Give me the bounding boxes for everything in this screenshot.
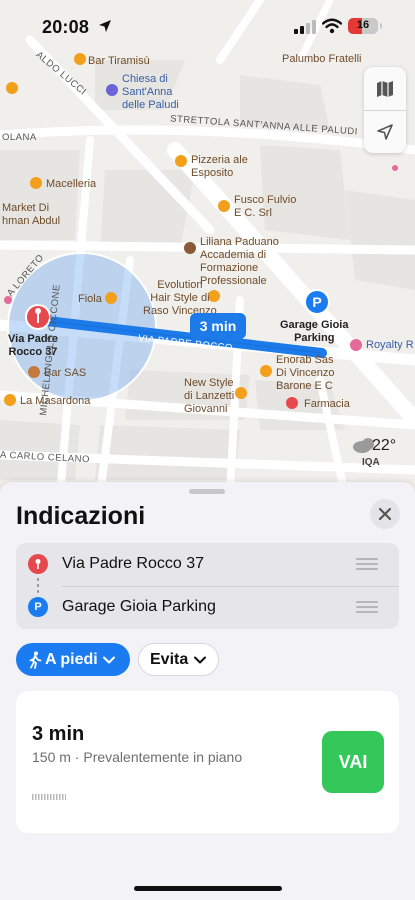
location-services-icon bbox=[99, 20, 111, 32]
map-label-fiola: Fiola bbox=[78, 293, 102, 305]
route-detail: 150 m · Prevalentemente in piano bbox=[32, 749, 243, 765]
close-icon bbox=[379, 508, 391, 520]
stop-row-destination[interactable]: P Garage Gioia Parking bbox=[16, 586, 399, 629]
map-mode-button[interactable] bbox=[364, 67, 406, 110]
battery-level: 16 bbox=[356, 19, 370, 31]
close-button[interactable] bbox=[370, 499, 400, 529]
map-label-new-style: New Style di Lanzetti Giovanni bbox=[184, 377, 235, 415]
cellular-signal-icon bbox=[294, 20, 316, 34]
reorder-handle-icon[interactable] bbox=[356, 601, 378, 613]
map-label-pizzeria: Pizzeria ale Esposito bbox=[191, 154, 248, 179]
map-label-fusco: Fusco Fulvio E C. Srl bbox=[234, 194, 297, 219]
elevation-profile bbox=[32, 794, 66, 800]
status-time: 20:08 bbox=[42, 17, 90, 37]
home-indicator[interactable] bbox=[134, 886, 282, 891]
end-parking-icon: P bbox=[304, 289, 330, 315]
locate-me-button[interactable] bbox=[364, 111, 406, 153]
map[interactable]: P Bar Tiramisù Palumbo Fratelli ALDO LUC… bbox=[0, 0, 415, 495]
location-arrow-icon bbox=[377, 124, 393, 140]
stop-origin-label: Via Padre Rocco 37 bbox=[62, 555, 205, 572]
street-olana: OLANA bbox=[2, 132, 37, 143]
map-label-macelleria: Macelleria bbox=[46, 178, 97, 190]
chevron-down-icon bbox=[194, 656, 207, 663]
weather-temperature: 22° bbox=[372, 437, 397, 454]
svg-text:P: P bbox=[312, 294, 321, 310]
directions-sheet: Indicazioni Via Padre Rocco 37 P Garage … bbox=[0, 482, 415, 900]
parking-icon: P bbox=[28, 597, 48, 617]
map-icon bbox=[377, 80, 393, 97]
avoid-button[interactable]: Evita bbox=[138, 643, 219, 676]
status-bar: 20:08 16 bbox=[0, 0, 415, 56]
transport-mode-button[interactable]: A piedi bbox=[16, 643, 130, 676]
chevron-down-icon bbox=[102, 656, 115, 663]
route-stops: Via Padre Rocco 37 P Garage Gioia Parkin… bbox=[16, 543, 399, 629]
sheet-grabber[interactable] bbox=[189, 489, 225, 494]
walking-icon bbox=[29, 651, 42, 669]
map-label-enorab: Enorab Sas Di Vincenzo Barone E C bbox=[276, 354, 335, 392]
transport-mode-label: A piedi bbox=[45, 650, 98, 668]
pin-icon bbox=[28, 554, 48, 574]
weather-widget: 22° IQA bbox=[352, 437, 404, 471]
map-controls bbox=[364, 67, 406, 153]
air-quality-label: IQA bbox=[362, 457, 380, 468]
map-label-chiesa: Chiesa di Sant'Anna delle Paludi bbox=[122, 73, 179, 111]
reorder-handle-icon[interactable] bbox=[356, 558, 378, 570]
end-pin-label: Garage Gioia Parking bbox=[280, 319, 349, 344]
stop-row-origin[interactable]: Via Padre Rocco 37 bbox=[16, 543, 399, 586]
screen: P Bar Tiramisù Palumbo Fratelli ALDO LUC… bbox=[0, 0, 415, 900]
sheet-title: Indicazioni bbox=[16, 502, 146, 530]
map-label-bar-tiramisu: Bar Tiramisù bbox=[88, 55, 150, 67]
map-label-market: Market Di hman Abdul bbox=[2, 202, 61, 227]
battery-icon: 16 bbox=[348, 18, 378, 34]
go-button[interactable]: VAI bbox=[322, 731, 384, 793]
stop-destination-label: Garage Gioia Parking bbox=[62, 598, 216, 615]
route-time-badge[interactable]: 3 min bbox=[190, 313, 246, 339]
route-duration: 3 min bbox=[32, 723, 85, 745]
map-label-la-masardona: La Masardona bbox=[20, 395, 91, 407]
map-label-farmacia: Farmacia bbox=[304, 398, 350, 410]
avoid-label: Evita bbox=[150, 650, 189, 668]
map-label-royalty: Royalty R bbox=[366, 339, 414, 351]
route-option-card[interactable]: 3 min 150 m · Prevalentemente in piano V… bbox=[16, 691, 399, 833]
wifi-icon bbox=[322, 18, 342, 34]
